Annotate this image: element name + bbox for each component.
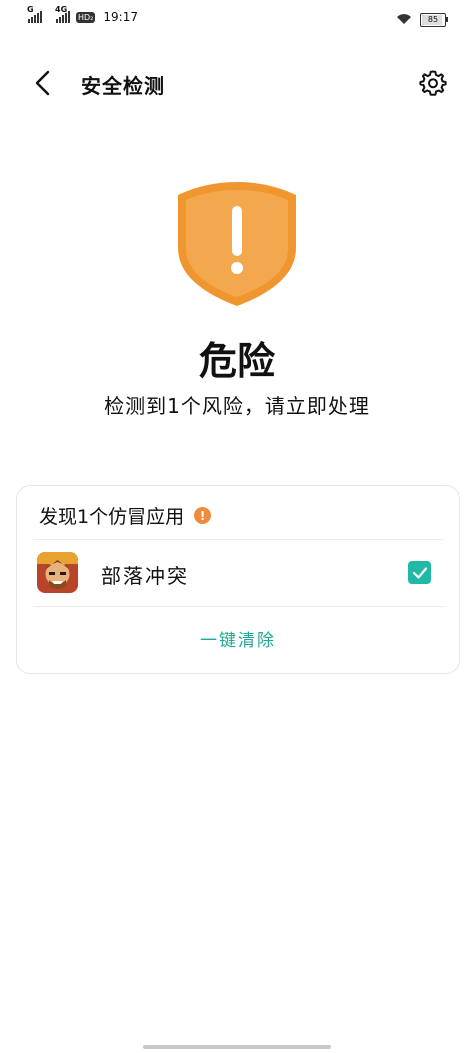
app-name: 部落冲突 (101, 564, 189, 588)
app-header: 安全检测 (0, 58, 474, 108)
risk-status-subtitle: 检测到1个风险，请立即处理 (104, 394, 370, 418)
status-time: 19:17 (103, 10, 138, 24)
back-arrow-icon (35, 70, 50, 96)
page-title: 安全检测 (81, 74, 165, 98)
risk-status-title: 危险 (198, 339, 275, 383)
battery-icon: 85 (420, 12, 448, 27)
clash-of-clans-app-icon (37, 552, 78, 593)
status-bar: G 4G HD₂ 19:17 85 (0, 0, 474, 36)
danger-shield-icon (175, 180, 299, 308)
settings-button[interactable] (416, 66, 450, 100)
wifi-icon (396, 10, 412, 29)
hd-badge: HD₂ (76, 11, 96, 23)
warning-dot-icon: ! (194, 507, 212, 524)
status-left: G 4G HD₂ 19:17 (27, 5, 138, 24)
one-click-clean-button[interactable]: 一键清除 (17, 626, 459, 651)
status-right: 85 (396, 10, 448, 29)
back-button[interactable] (26, 66, 60, 100)
checkmark-icon (412, 566, 427, 579)
battery-level: 85 (427, 15, 439, 24)
divider (33, 606, 445, 607)
fake-app-card: 发现1个仿冒应用 ! 部落冲突 一键清除 (16, 485, 460, 674)
card-heading: 发现1个仿冒应用 (39, 506, 185, 528)
network-type-label-2: 4G (55, 5, 68, 14)
app-select-checkbox[interactable] (408, 561, 431, 584)
signal-1-icon: G (27, 5, 42, 23)
gear-icon (419, 70, 447, 96)
signal-2-icon: 4G (55, 5, 70, 23)
network-type-label: G (27, 5, 34, 14)
card-header: 发现1个仿冒应用 ! (39, 502, 212, 529)
home-indicator[interactable] (143, 1045, 331, 1049)
app-row[interactable]: 部落冲突 (17, 540, 459, 606)
